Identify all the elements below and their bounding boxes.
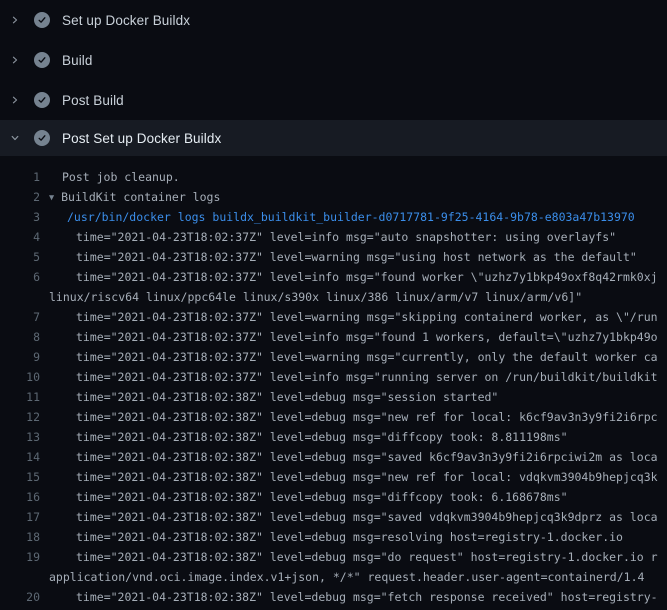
line-number-link[interactable]: 19: [0, 550, 40, 570]
log-group-label: BuildKit container logs: [61, 190, 220, 204]
line-number-link[interactable]: 14: [0, 450, 40, 470]
log-command-text: /usr/bin/docker logs buildx_buildkit_bui…: [40, 210, 667, 230]
log-text: time="2021-04-23T18:02:38Z" level=debug …: [40, 550, 667, 570]
log-text: time="2021-04-23T18:02:38Z" level=debug …: [40, 450, 667, 470]
check-circle-icon: [34, 130, 50, 146]
line-number-link[interactable]: 6: [0, 270, 40, 290]
line-number-link[interactable]: 2: [0, 190, 40, 210]
line-number-link[interactable]: 13: [0, 430, 40, 450]
log-text: linux/riscv64 linux/ppc64le linux/s390x …: [40, 290, 667, 310]
log-text: time="2021-04-23T18:02:38Z" level=debug …: [40, 510, 667, 530]
line-number-link[interactable]: 11: [0, 390, 40, 410]
log-text: application/vnd.oci.image.index.v1+json,…: [40, 570, 667, 590]
log-line: 5time="2021-04-23T18:02:37Z" level=warni…: [0, 250, 667, 270]
step-label: Build: [62, 53, 93, 68]
line-number-link[interactable]: 18: [0, 530, 40, 550]
line-number-link[interactable]: 5: [0, 250, 40, 270]
line-number-link[interactable]: 4: [0, 230, 40, 250]
log-line: 9time="2021-04-23T18:02:37Z" level=warni…: [0, 350, 667, 370]
chevron-down-icon: [10, 130, 20, 146]
log-line: 12time="2021-04-23T18:02:38Z" level=debu…: [0, 410, 667, 430]
log-text: time="2021-04-23T18:02:37Z" level=info m…: [40, 230, 667, 250]
log-line: 19time="2021-04-23T18:02:38Z" level=debu…: [0, 550, 667, 570]
log-text: time="2021-04-23T18:02:38Z" level=debug …: [40, 470, 667, 490]
line-number-link[interactable]: 7: [0, 310, 40, 330]
log-text: Post job cleanup.: [40, 170, 667, 190]
log-line: 14time="2021-04-23T18:02:38Z" level=debu…: [0, 450, 667, 470]
check-circle-icon: [34, 52, 50, 68]
log-line: 8time="2021-04-23T18:02:37Z" level=info …: [0, 330, 667, 350]
log-text: time="2021-04-23T18:02:37Z" level=warnin…: [40, 350, 667, 370]
chevron-right-icon: [10, 92, 20, 108]
log-text: time="2021-04-23T18:02:37Z" level=info m…: [40, 370, 667, 390]
log-text: time="2021-04-23T18:02:38Z" level=debug …: [40, 490, 667, 510]
log-text: time="2021-04-23T18:02:37Z" level=info m…: [40, 330, 667, 350]
log-line: 18time="2021-04-23T18:02:38Z" level=debu…: [0, 530, 667, 550]
log-text: time="2021-04-23T18:02:38Z" level=debug …: [40, 590, 667, 610]
step-post-build[interactable]: Post Build: [0, 80, 667, 120]
steps-list: Set up Docker Buildx Build Post Build Post …: [0, 0, 667, 156]
log-text: time="2021-04-23T18:02:38Z" level=debug …: [40, 390, 667, 410]
check-circle-icon: [34, 12, 50, 28]
step-set-up-docker-buildx[interactable]: Set up Docker Buildx: [0, 0, 667, 40]
actions-log-viewer: Set up Docker Buildx Build Post Build Post …: [0, 0, 667, 610]
line-number-link[interactable]: 8: [0, 330, 40, 350]
line-number-link[interactable]: 16: [0, 490, 40, 510]
step-build[interactable]: Build: [0, 40, 667, 80]
log-line: 20time="2021-04-23T18:02:38Z" level=debu…: [0, 590, 667, 610]
log-text: time="2021-04-23T18:02:37Z" level=warnin…: [40, 310, 667, 330]
step-label: Post Set up Docker Buildx: [62, 131, 221, 146]
log-line: 15time="2021-04-23T18:02:38Z" level=debu…: [0, 470, 667, 490]
log-line: 6time="2021-04-23T18:02:37Z" level=info …: [0, 270, 667, 290]
log-line: linux/riscv64 linux/ppc64le linux/s390x …: [0, 290, 667, 310]
line-number-link[interactable]: 3: [0, 210, 40, 230]
chevron-right-icon: [10, 12, 20, 28]
step-label: Post Build: [62, 93, 124, 108]
triangle-down-icon[interactable]: ▼: [49, 193, 54, 203]
step-post-set-up-docker-buildx[interactable]: Post Set up Docker Buildx: [0, 120, 667, 156]
line-number-link[interactable]: 10: [0, 370, 40, 390]
log-body: 1Post job cleanup.2 ▼ BuildKit container l…: [0, 156, 667, 610]
log-line: 4time="2021-04-23T18:02:37Z" level=info …: [0, 230, 667, 250]
log-line: 10time="2021-04-23T18:02:37Z" level=info…: [0, 370, 667, 390]
log-text: time="2021-04-23T18:02:38Z" level=debug …: [40, 410, 667, 430]
line-number-empty: [0, 290, 40, 310]
line-number-link[interactable]: 20: [0, 590, 40, 610]
log-text: time="2021-04-23T18:02:37Z" level=warnin…: [40, 250, 667, 270]
line-number-link[interactable]: 12: [0, 410, 40, 430]
log-text: time="2021-04-23T18:02:38Z" level=debug …: [40, 430, 667, 450]
log-line: 1Post job cleanup.: [0, 170, 667, 190]
line-number-link[interactable]: 1: [0, 170, 40, 190]
log-line: 17time="2021-04-23T18:02:38Z" level=debu…: [0, 510, 667, 530]
log-line: 7time="2021-04-23T18:02:37Z" level=warni…: [0, 310, 667, 330]
log-line: 13time="2021-04-23T18:02:38Z" level=debu…: [0, 430, 667, 450]
line-number-empty: [0, 570, 40, 590]
log-line: 3/usr/bin/docker logs buildx_buildkit_bu…: [0, 210, 667, 230]
line-number-link[interactable]: 17: [0, 510, 40, 530]
log-line: 2 ▼ BuildKit container logs: [0, 190, 667, 210]
log-group-toggle[interactable]: ▼ BuildKit container logs: [40, 190, 667, 210]
log-text: time="2021-04-23T18:02:37Z" level=info m…: [40, 270, 667, 290]
log-text: time="2021-04-23T18:02:38Z" level=debug …: [40, 530, 667, 550]
line-number-link[interactable]: 15: [0, 470, 40, 490]
line-number-link[interactable]: 9: [0, 350, 40, 370]
chevron-right-icon: [10, 52, 20, 68]
check-circle-icon: [34, 92, 50, 108]
log-line: 11time="2021-04-23T18:02:38Z" level=debu…: [0, 390, 667, 410]
log-line: 16time="2021-04-23T18:02:38Z" level=debu…: [0, 490, 667, 510]
step-label: Set up Docker Buildx: [62, 13, 190, 28]
log-line: application/vnd.oci.image.index.v1+json,…: [0, 570, 667, 590]
